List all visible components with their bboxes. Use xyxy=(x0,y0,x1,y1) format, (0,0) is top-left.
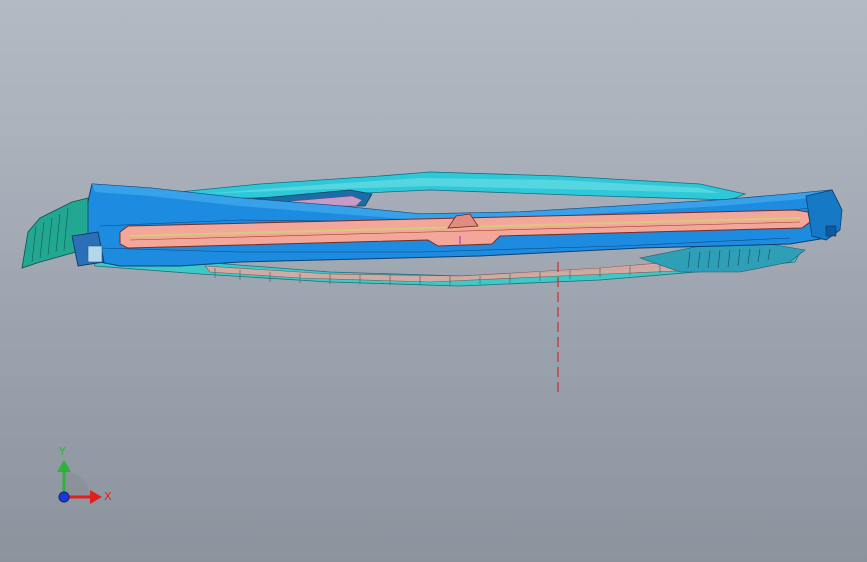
graphics-viewport[interactable]: Y X xyxy=(0,0,867,562)
x-axis-label: X xyxy=(104,490,112,503)
x-axis-arrow xyxy=(90,490,102,504)
view-triad: Y X xyxy=(57,445,112,504)
y-axis-arrow xyxy=(57,460,71,472)
z-axis-dot xyxy=(58,491,70,503)
y-axis-label: Y xyxy=(58,445,66,458)
